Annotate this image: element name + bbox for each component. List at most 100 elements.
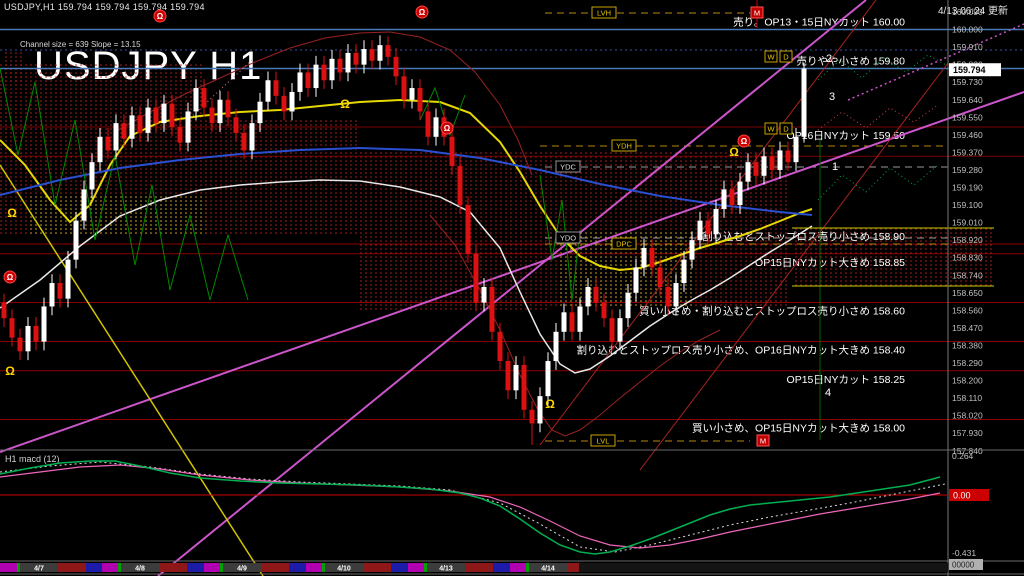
candle-body <box>465 205 471 254</box>
candle-body <box>521 364 527 410</box>
candle-body <box>761 156 767 176</box>
time-strip-segment[interactable] <box>289 563 306 572</box>
candle-body <box>425 111 431 137</box>
pivot-label-text: M <box>754 9 760 18</box>
candle-body <box>161 103 167 124</box>
pivot-label-text: D <box>783 53 789 62</box>
pivot-label-text: W <box>767 125 775 134</box>
price-axis-tick: 160.000 <box>952 25 983 35</box>
time-strip-segment[interactable] <box>322 563 325 572</box>
candle-body <box>713 208 719 235</box>
candle-body <box>585 286 591 307</box>
pivot-label-text: YDO <box>560 234 576 243</box>
time-strip-segment[interactable] <box>567 563 579 572</box>
candle-body <box>57 283 63 299</box>
candle-body <box>137 115 143 133</box>
pivot-label-text: YDC <box>560 163 576 172</box>
time-strip-segment[interactable] <box>86 563 102 572</box>
candle-body <box>649 247 655 268</box>
candle-body <box>417 88 423 112</box>
candle-body <box>257 101 263 124</box>
candle-body <box>513 364 519 391</box>
candle-body <box>369 49 375 61</box>
macd-main-line <box>0 460 941 555</box>
candle-body <box>729 189 735 206</box>
time-strip-segment[interactable] <box>526 563 529 572</box>
candle-body <box>689 240 695 260</box>
candle-body <box>801 68 807 137</box>
candle-body <box>561 312 567 332</box>
candle-body <box>241 132 247 151</box>
time-strip-segment[interactable] <box>58 563 86 572</box>
omega-marker-icon: Ω <box>545 397 555 411</box>
pivot-label-text: W <box>767 53 775 62</box>
time-strip-segment[interactable] <box>363 563 391 572</box>
candle-body <box>505 361 511 391</box>
mt4-chart-window: { "meta": { "symbol_line": "USDJPY,H1 15… <box>0 0 1024 576</box>
candle-body <box>65 259 71 299</box>
time-strip-segment[interactable] <box>579 563 948 572</box>
candle-body <box>633 267 639 293</box>
time-strip-segment[interactable] <box>204 563 220 572</box>
candle-body <box>721 189 727 209</box>
candle-body <box>233 117 239 133</box>
time-strip-segment[interactable] <box>261 563 289 572</box>
candle-body <box>185 111 191 143</box>
candle-body <box>777 150 783 170</box>
price-axis-tick: 159.460 <box>952 130 983 140</box>
time-strip-segment[interactable] <box>391 563 408 572</box>
candle-body <box>17 337 23 352</box>
pivot-label-text: DPC <box>616 240 632 249</box>
time-strip-segment[interactable] <box>159 563 187 572</box>
time-strip-segment[interactable] <box>220 563 223 572</box>
time-strip-segment[interactable] <box>408 563 424 572</box>
candle-body <box>49 283 55 307</box>
price-axis-tick: 159.640 <box>952 95 983 105</box>
candle-body <box>569 312 575 332</box>
candle-body <box>353 52 359 65</box>
macd-scale-bottom: -0.431 <box>952 548 976 558</box>
candle-body <box>193 88 199 112</box>
omega-marker-icon: Ω <box>340 97 350 111</box>
time-strip-segment[interactable] <box>187 563 204 572</box>
time-axis-date: 4/9 <box>237 566 247 573</box>
time-strip-segment[interactable] <box>493 563 510 572</box>
candle-body <box>609 318 615 342</box>
candle-body <box>737 181 743 206</box>
candle-body <box>753 162 759 176</box>
time-strip-segment[interactable] <box>118 563 121 572</box>
price-axis-tick: 158.830 <box>952 253 983 263</box>
time-strip-segment[interactable] <box>306 563 322 572</box>
price-axis-tick: 159.550 <box>952 112 983 122</box>
candle-body <box>681 259 687 284</box>
time-strip-segment[interactable] <box>102 563 118 572</box>
candle-body <box>409 88 415 100</box>
macd-signal-line <box>0 464 941 549</box>
ichimoku-cloud-dots <box>358 150 548 312</box>
candle-body <box>249 123 255 151</box>
price-axis-tick: 158.020 <box>952 411 983 421</box>
wave-count-label: 2 <box>826 53 832 65</box>
candle-body <box>209 107 215 124</box>
time-strip-segment[interactable] <box>510 563 526 572</box>
price-axis-tick: 160.090 <box>952 7 983 17</box>
time-strip-segment[interactable] <box>424 563 427 572</box>
reversal-marker-glyph: Ω <box>157 12 164 21</box>
time-strip-segment[interactable] <box>465 563 493 572</box>
price-axis-tick: 158.560 <box>952 305 983 315</box>
candle-body <box>289 91 295 112</box>
candle-body <box>673 283 679 307</box>
candle-body <box>393 56 399 77</box>
candle-body <box>617 318 623 342</box>
price-axis-tick: 158.470 <box>952 323 983 333</box>
time-strip-segment[interactable] <box>0 563 17 572</box>
time-strip-segment[interactable] <box>17 563 20 572</box>
candle-body <box>433 117 439 137</box>
chart-canvas[interactable]: 売り。OP13・15日NYカット 160.00売りやや小さめ 159.80OP1… <box>0 0 1024 576</box>
candle-body <box>745 162 751 182</box>
candle-body <box>41 306 47 342</box>
level-annotation: OP15日NYカット大きめ 158.85 <box>755 256 905 269</box>
candle-body <box>449 136 455 167</box>
candle-body <box>489 286 495 332</box>
level-annotation: 買い小さめ、OP15日NYカット大きめ 158.00 <box>692 422 905 435</box>
